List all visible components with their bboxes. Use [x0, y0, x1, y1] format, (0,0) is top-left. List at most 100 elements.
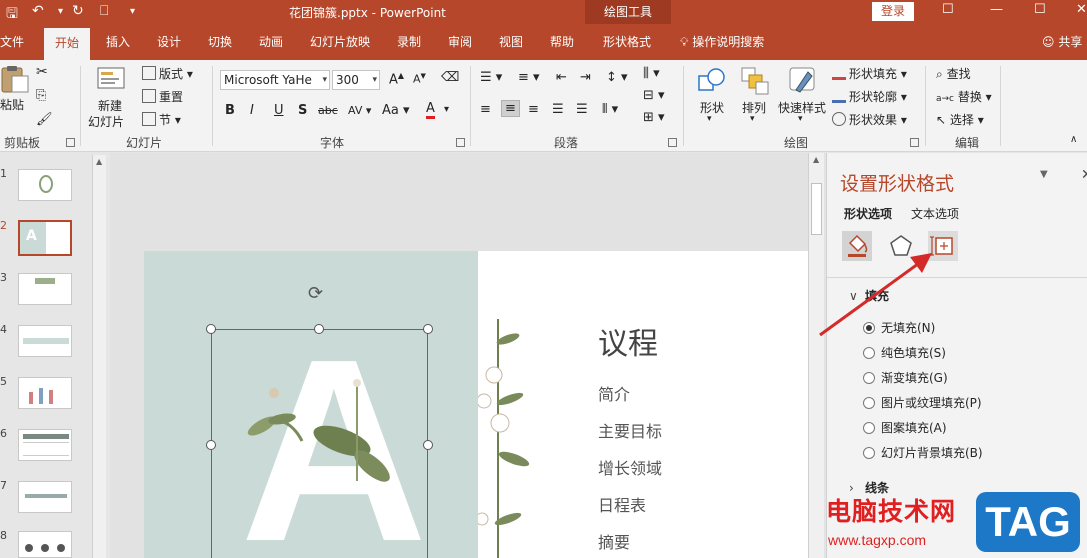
slide-thumbnail-4[interactable] — [18, 325, 72, 357]
chevron-down-icon[interactable]: ▾ — [750, 114, 755, 124]
radio-pattern-fill[interactable]: 图案填充(A) — [863, 419, 947, 436]
arrange-icon[interactable] — [740, 66, 770, 96]
radio-button[interactable] — [863, 447, 875, 459]
align-text-icon[interactable]: ⊟ ▾ — [643, 88, 665, 103]
chevron-down-icon[interactable]: ▾ — [707, 114, 712, 124]
radio-button[interactable] — [863, 372, 875, 384]
slide-thumbnail-5[interactable] — [18, 377, 72, 409]
clear-format-icon[interactable]: ⌫ — [441, 70, 459, 85]
text-direction-icon[interactable]: ⫼ ▾ — [643, 66, 660, 81]
agenda-title[interactable]: 议程 — [598, 319, 658, 363]
login-button[interactable]: 登录 — [872, 2, 914, 21]
paste-icon[interactable] — [0, 64, 30, 94]
agenda-item[interactable]: 主要目标 — [598, 418, 662, 442]
tab-transitions[interactable]: 切换 — [208, 24, 232, 60]
italic-button[interactable]: I — [250, 103, 254, 118]
tab-file[interactable]: 文件 — [0, 24, 24, 60]
grow-font-button[interactable]: A▲ — [389, 71, 404, 87]
ribbon-display-icon[interactable]: ☐ — [942, 2, 954, 17]
bold-button[interactable]: B — [225, 103, 235, 118]
slide[interactable]: A 议程 简介 主要目标 增长领域 日程表 摘要 ⟳ — [144, 251, 808, 558]
resize-handle[interactable] — [314, 324, 324, 334]
resize-handle[interactable] — [206, 440, 216, 450]
scroll-up-icon[interactable]: ▲ — [96, 157, 102, 166]
tab-animations[interactable]: 动画 — [259, 24, 283, 60]
slide-thumbnail-7[interactable] — [18, 481, 72, 513]
distributed-icon[interactable]: ☰ — [576, 102, 588, 117]
radio-background-fill[interactable]: 幻灯片背景填充(B) — [863, 444, 983, 461]
cut-icon[interactable]: ✂ — [36, 64, 48, 80]
tab-shape-format[interactable]: 形状格式 — [603, 24, 651, 60]
tab-shape-options[interactable]: 形状选项 — [844, 205, 892, 222]
scroll-up-icon[interactable]: ▲ — [813, 155, 819, 164]
agenda-item[interactable]: 简介 — [598, 381, 630, 405]
underline-button[interactable]: U — [274, 103, 284, 118]
quick-styles-icon[interactable] — [788, 66, 818, 96]
customize-toolbar-icon[interactable]: ▾ — [130, 6, 135, 17]
slide-thumbnail-3[interactable] — [18, 273, 72, 305]
clipboard-launcher-icon[interactable] — [66, 138, 75, 147]
radio-solid-fill[interactable]: 纯色填充(S) — [863, 344, 946, 361]
slide-thumbnail-1[interactable] — [18, 169, 72, 201]
resize-handle[interactable] — [206, 324, 216, 334]
tab-insert[interactable]: 插入 — [106, 24, 130, 60]
layout-button[interactable]: 版式 ▾ — [142, 65, 193, 82]
scroll-thumb[interactable] — [811, 183, 822, 235]
font-color-button[interactable]: A — [426, 102, 435, 119]
resize-handle[interactable] — [423, 324, 433, 334]
shrink-font-button[interactable]: A▼ — [413, 72, 426, 86]
font-launcher-icon[interactable] — [456, 138, 465, 147]
replace-button[interactable]: a→c 替换 ▾ — [936, 88, 992, 105]
drawing-launcher-icon[interactable] — [910, 138, 919, 147]
select-button[interactable]: ↖ 选择 ▾ — [936, 111, 984, 128]
strikethrough-button[interactable]: abc — [318, 104, 338, 117]
increase-indent-icon[interactable]: ⇥ — [580, 70, 591, 85]
shape-outline-button[interactable]: 形状轮廓 ▾ — [832, 88, 907, 105]
slide-thumbnail-6[interactable] — [18, 429, 72, 461]
minimize-icon[interactable]: — — [990, 2, 1003, 17]
resize-handle[interactable] — [423, 440, 433, 450]
tab-design[interactable]: 设计 — [157, 24, 181, 60]
paragraph-launcher-icon[interactable] — [668, 138, 677, 147]
paste-label[interactable]: 粘贴 — [0, 96, 24, 113]
shape-effects-button[interactable]: 形状效果 ▾ — [832, 111, 907, 128]
rotate-handle-icon[interactable]: ⟳ — [308, 283, 323, 304]
text-shadow-button[interactable]: S — [298, 103, 307, 118]
align-left-icon[interactable]: ≡ — [480, 102, 491, 117]
bullets-icon[interactable]: ☰ ▾ — [480, 70, 502, 85]
radio-picture-fill[interactable]: 图片或纹理填充(P) — [863, 394, 982, 411]
close-icon[interactable]: ✕ — [1076, 2, 1087, 17]
maximize-icon[interactable]: ☐ — [1034, 2, 1046, 17]
justify-icon[interactable]: ☰ — [552, 102, 564, 117]
reset-button[interactable]: 重置 — [142, 88, 183, 105]
smartart-icon[interactable]: ⊞ ▾ — [643, 110, 665, 125]
presenter-icon[interactable]: ⎕ — [100, 3, 108, 19]
radio-button[interactable] — [863, 397, 875, 409]
char-spacing-button[interactable]: AV ▾ — [348, 104, 371, 117]
tab-record[interactable]: 录制 — [397, 24, 421, 60]
decrease-indent-icon[interactable]: ⇤ — [556, 70, 567, 85]
share-button[interactable]: ☺ 共享 — [1042, 24, 1082, 60]
shapes-label[interactable]: 形状 — [700, 99, 724, 116]
slide-thumbnail-2[interactable]: A — [18, 220, 72, 256]
copy-icon[interactable]: ⎘ — [36, 88, 46, 103]
undo-dropdown-icon[interactable]: ▾ — [58, 6, 63, 17]
tab-view[interactable]: 视图 — [499, 24, 523, 60]
pane-options-icon[interactable]: ▼ — [1040, 169, 1048, 180]
line-spacing-icon[interactable]: ↕ ▾ — [606, 70, 628, 85]
agenda-item[interactable]: 摘要 — [598, 529, 630, 553]
shapes-icon[interactable] — [697, 66, 727, 96]
shape-fill-button[interactable]: 形状填充 ▾ — [832, 65, 907, 82]
align-center-icon[interactable]: ≡ — [501, 100, 520, 117]
font-size-combo[interactable]: 300 ▾ — [332, 70, 380, 90]
font-name-combo[interactable]: Microsoft YaHe ▾ — [220, 70, 330, 90]
new-slide-label-line2[interactable]: 幻灯片 — [88, 113, 124, 130]
slide-thumbnail-8[interactable] — [18, 531, 72, 558]
tab-help[interactable]: 帮助 — [550, 24, 574, 60]
find-button[interactable]: ⌕ 查找 — [936, 65, 971, 82]
new-slide-label-line1[interactable]: 新建 — [98, 97, 122, 114]
format-painter-icon[interactable]: 🖌︎ — [36, 112, 53, 127]
undo-icon[interactable]: ↶ — [32, 3, 44, 19]
section-button[interactable]: 节 ▾ — [142, 111, 181, 128]
collapse-ribbon-icon[interactable]: ∧ — [1070, 134, 1077, 145]
